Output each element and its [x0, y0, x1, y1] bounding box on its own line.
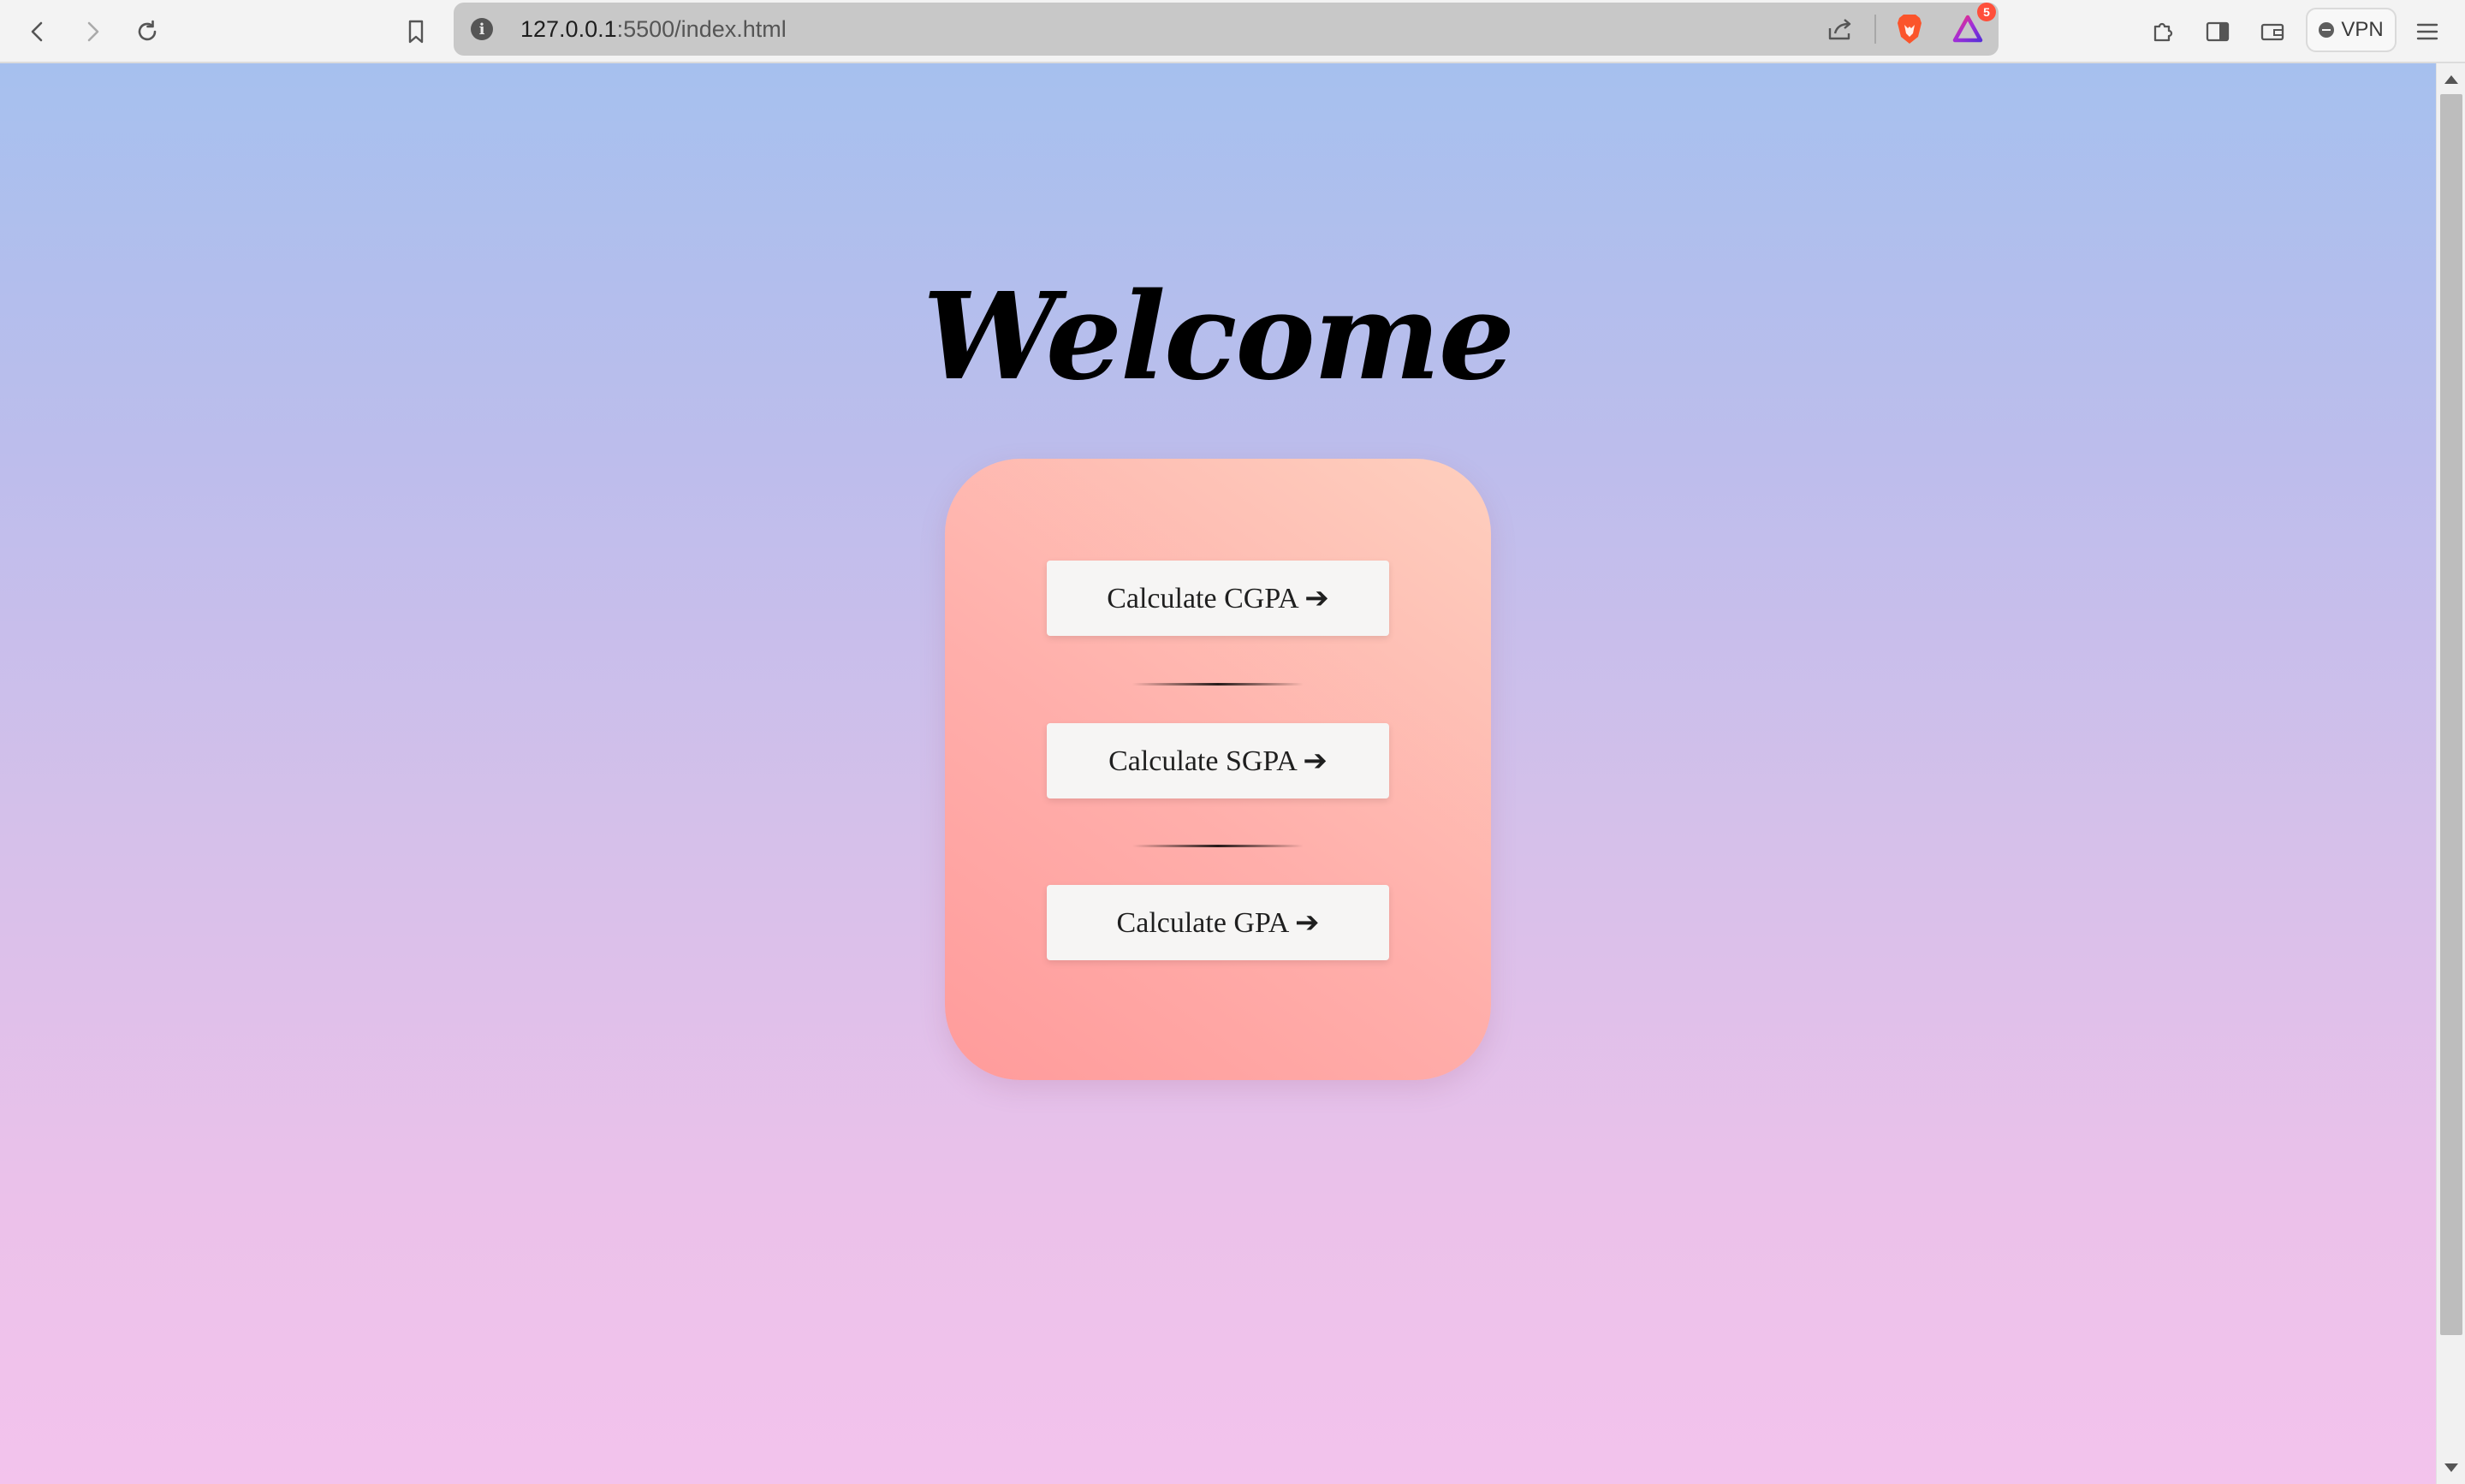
- brave-lion-icon: [1898, 15, 1922, 44]
- puzzle-piece-icon: [2153, 22, 2173, 42]
- reload-icon: [138, 20, 157, 41]
- share-button[interactable]: [1819, 8, 1862, 50]
- notification-badge: 5: [1977, 3, 1996, 21]
- forward-arrow-icon: [87, 21, 99, 42]
- welcome-heading: Welcome: [923, 267, 1515, 407]
- share-icon: [1828, 19, 1851, 40]
- forward-button[interactable]: [71, 10, 114, 53]
- wallet-button[interactable]: [2251, 10, 2294, 53]
- divider: [1132, 683, 1304, 686]
- calculate-gpa-button[interactable]: Calculate GPA ➔: [1047, 885, 1389, 960]
- address-bar[interactable]: i 127.0.0.1:5500/index.html 5: [454, 3, 1999, 56]
- brave-shields-button[interactable]: [1888, 8, 1931, 50]
- info-icon[interactable]: i: [471, 18, 493, 40]
- hamburger-menu-icon: [2416, 23, 2438, 40]
- url-host: 127.0.0.1: [520, 16, 617, 42]
- vpn-status-icon: [2319, 22, 2335, 38]
- url-path: :5500/index.html: [616, 16, 787, 42]
- calculate-sgpa-button[interactable]: Calculate SGPA ➔: [1047, 723, 1389, 798]
- url-text[interactable]: 127.0.0.1:5500/index.html: [520, 3, 787, 56]
- bookmark-icon: [408, 20, 424, 44]
- divider: [1132, 845, 1304, 847]
- scroll-down-arrow-icon[interactable]: [2444, 1463, 2458, 1472]
- bookmark-button[interactable]: [395, 10, 437, 53]
- address-bar-separator: [1874, 15, 1876, 44]
- menu-button[interactable]: [2406, 10, 2449, 53]
- extensions-button[interactable]: [2141, 10, 2184, 53]
- sidebar-button[interactable]: [2196, 10, 2239, 53]
- vpn-button[interactable]: VPN: [2306, 8, 2397, 52]
- wallet-icon: [2260, 23, 2284, 41]
- vpn-label: VPN: [2341, 18, 2384, 41]
- sidebar-icon: [2206, 21, 2230, 42]
- page-viewport: Welcome Calculate CGPA ➔ Calculate SGPA …: [0, 63, 2436, 1484]
- calculator-card: Calculate CGPA ➔ Calculate SGPA ➔ Calcul…: [945, 459, 1491, 1080]
- scrollbar-thumb[interactable]: [2440, 94, 2462, 1335]
- vertical-scrollbar[interactable]: [2436, 63, 2465, 1484]
- brave-rewards-button[interactable]: 5: [1946, 3, 1996, 50]
- reload-button[interactable]: [126, 10, 169, 53]
- back-arrow-icon: [31, 21, 43, 42]
- scroll-up-arrow-icon[interactable]: [2444, 75, 2458, 84]
- brave-rewards-triangle-icon: [1952, 15, 1983, 43]
- calculate-cgpa-button[interactable]: Calculate CGPA ➔: [1047, 561, 1389, 636]
- browser-toolbar: i 127.0.0.1:5500/index.html 5 VPN: [0, 0, 2465, 63]
- back-button[interactable]: [16, 10, 59, 53]
